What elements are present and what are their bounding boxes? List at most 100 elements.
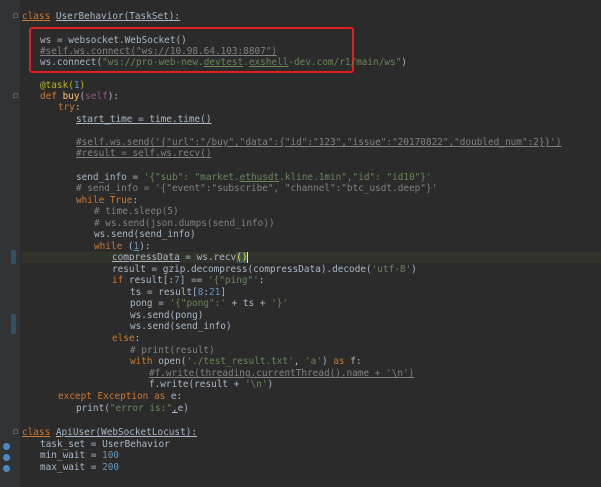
code-line: class ApiUser(WebSocketLocust): [22, 427, 197, 438]
code-line: @task(1) [40, 80, 85, 91]
code-text: ws = websocket.WebSocket() [40, 35, 187, 46]
code-text: ts = result[ [130, 287, 198, 298]
code-text: result[: [128, 275, 175, 286]
code-line: result = gzip.decompress(compressData).d… [112, 264, 417, 275]
keyword: Exception [97, 391, 154, 402]
code-text: ws.send(pong) [130, 310, 204, 321]
code-line: class UserBehavior(TaskSet): [22, 11, 180, 22]
code-text: print( [76, 403, 110, 414]
decorator: @task( [40, 80, 74, 91]
code-text: start_time = time.time() [76, 114, 212, 125]
string: devtest [203, 57, 244, 68]
code-line: #self.ws.send('{"url":"/buy","data":{"id… [76, 137, 561, 148]
matched-bracket: () [236, 252, 249, 263]
string: '{"pong":' [169, 298, 226, 309]
code-text: result = gzip.decompress(compressData).d… [112, 264, 372, 275]
code-editor[interactable]: class UserBehavior(TaskSet): ws = websoc… [0, 0, 601, 487]
code-line: #result = self.ws.recv() [76, 148, 211, 159]
function-name: buy [62, 91, 80, 102]
code-line: f.write(result + '\n') [149, 379, 273, 390]
code-line: start_time = time.time() [76, 114, 211, 125]
code-text: ) [411, 264, 417, 275]
fold-icon[interactable] [13, 429, 18, 434]
code-text: ws.send(send_info) [94, 229, 196, 240]
code-line: while True: [76, 195, 138, 206]
change-marker [11, 314, 16, 334]
fold-icon[interactable] [13, 93, 18, 98]
override-icon[interactable] [3, 465, 10, 472]
override-icon[interactable] [3, 443, 10, 450]
code-line: min_wait = 100 [40, 450, 119, 461]
code-text: ): [139, 241, 151, 252]
comment: #self.ws.send('{"url":"/buy","data":{"id… [76, 137, 562, 148]
string: .kline.1min","id": "id10"}' [279, 172, 432, 183]
keyword: while [76, 195, 110, 206]
code-line: ws.send(send_info) [94, 229, 196, 240]
code-text: min_wait = [40, 450, 103, 461]
code-line: send_info = '{"sub": "market.ethusdt.kli… [76, 172, 432, 183]
number: 200 [102, 462, 120, 473]
code-line: #f.write(threading.currentThread().name … [149, 368, 414, 379]
string: exshell [248, 57, 289, 68]
code-text: , [293, 356, 306, 367]
code-text: open( [158, 356, 187, 367]
string: '}' [271, 298, 289, 309]
code-text: ) [267, 379, 274, 390]
code-line: with open('./test_result.txt', 'a') as f… [130, 356, 361, 367]
code-text: compressData [112, 252, 180, 263]
code-text: max_wait = [40, 462, 103, 473]
current-line: compressData = ws.recv() [22, 252, 601, 263]
keyword: except [58, 391, 98, 402]
keyword: with [130, 356, 159, 367]
code-text: ) [321, 356, 334, 367]
code-text: ] == [179, 275, 208, 286]
keyword: class [22, 427, 51, 438]
code-line: ws.send(pong) [130, 310, 203, 321]
comment: # send_info = '{"event":"subscribe", "ch… [76, 183, 438, 194]
code-line: try: [58, 102, 81, 113]
code-text: f: [350, 356, 362, 367]
code-text: = ws.recv [179, 252, 237, 263]
code-line: ws = websocket.WebSocket() [40, 35, 187, 46]
comment: #f.write(threading.currentThread().name … [149, 368, 415, 379]
code-text: ] [220, 287, 226, 298]
self-keyword: self [85, 91, 108, 102]
keyword: while [94, 241, 128, 252]
code-line: # time.sleep(5) [94, 206, 179, 217]
change-marker [11, 250, 16, 264]
code-text: (WebSocketLocust): [95, 427, 198, 438]
override-icon[interactable] [3, 454, 10, 461]
code-line: ws.connect("ws://pro-web-new.devtest.exs… [40, 57, 407, 68]
code-line: if result[:7] == '{"ping"': [112, 275, 264, 286]
code-text: : [258, 275, 265, 286]
decorator: ) [79, 80, 86, 91]
code-line: except Exception as e: [58, 391, 182, 402]
keyword: as [153, 391, 171, 402]
fold-icon[interactable] [13, 13, 18, 18]
string: '\n' [244, 379, 268, 390]
code-line: else: [112, 333, 140, 344]
code-text: f.write(result + [149, 379, 245, 390]
string: ethusdt [239, 172, 280, 183]
keyword: class [22, 11, 51, 22]
code-line: max_wait = 200 [40, 462, 119, 473]
string: '{"ping"' [207, 275, 259, 286]
string: "ws://pro-web-new. [102, 57, 204, 68]
code-text: : [134, 333, 141, 344]
string: '{"sub": "market. [143, 172, 240, 183]
code-line: def buy(self): [40, 91, 119, 102]
code-text: (TaskSet): [123, 11, 181, 22]
code-line: # send_info = '{"event":"subscribe", "ch… [76, 183, 437, 194]
code-text: ws.send(send_info) [130, 321, 232, 332]
code-text: ) [401, 57, 407, 68]
comment: # ws.send(json.dumps(send_info)) [94, 218, 275, 229]
code-line: # ws.send(json.dumps(send_info)) [94, 218, 275, 229]
string: 'utf-8' [371, 264, 412, 275]
string: 'a' [305, 356, 322, 367]
code-text: : [132, 195, 139, 206]
code-line: pong = '{"pong":' + ts + '}' [130, 298, 288, 309]
string: './test_result.txt' [186, 356, 294, 367]
code-line: ws.send(send_info) [130, 321, 232, 332]
code-text: e: [170, 391, 183, 402]
code-line: ts = result[8:21] [130, 287, 226, 298]
